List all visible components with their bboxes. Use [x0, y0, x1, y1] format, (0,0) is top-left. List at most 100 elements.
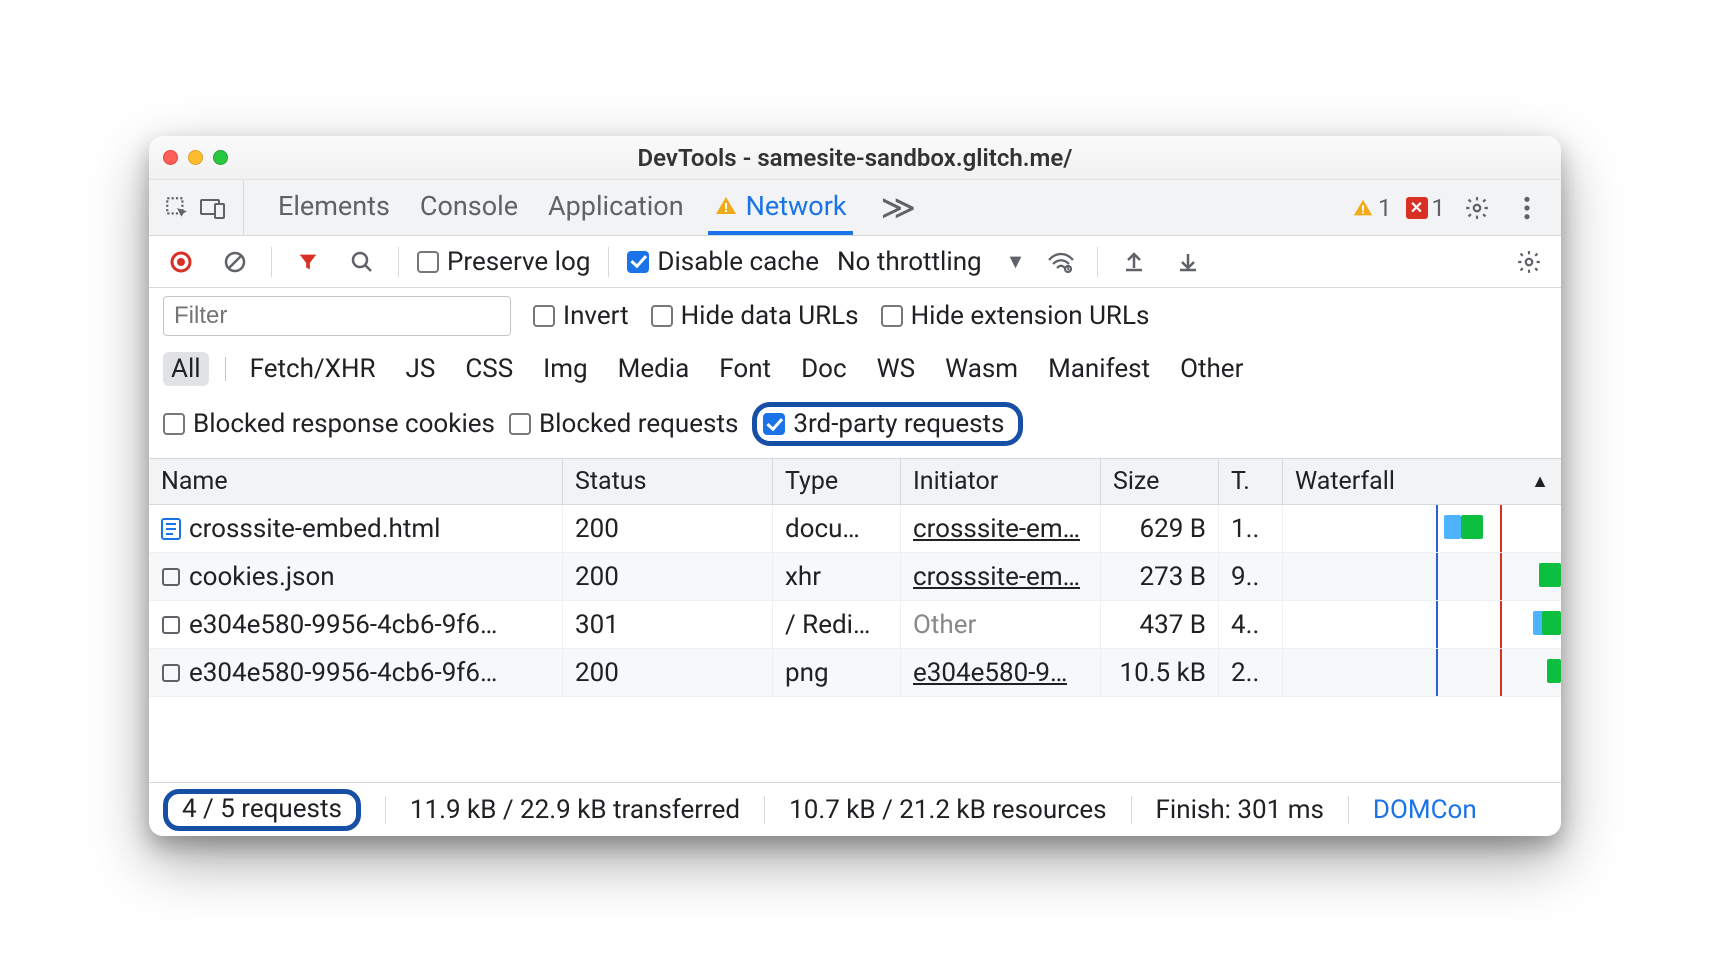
tab-network-label: Network [746, 190, 847, 222]
cell-type: / Redi… [773, 601, 901, 648]
search-icon[interactable] [344, 244, 380, 280]
table-row[interactable]: cookies.json200xhrcrosssite-em…273 B9.. [149, 553, 1561, 601]
issues-warning-count[interactable]: 1 [1352, 194, 1392, 222]
record-button[interactable] [163, 244, 199, 280]
settings-icon[interactable] [1459, 190, 1495, 226]
chip-manifest[interactable]: Manifest [1040, 352, 1158, 386]
titlebar: DevTools - samesite-sandbox.glitch.me/ [149, 136, 1561, 180]
table-row[interactable]: e304e580-9956-4cb6-9f6…301/ Redi…Other43… [149, 601, 1561, 649]
cell-type: xhr [773, 553, 901, 600]
clear-button[interactable] [217, 244, 253, 280]
chip-font[interactable]: Font [711, 352, 779, 386]
requests-count-highlight: 4 / 5 requests [163, 789, 361, 831]
device-toolbar-icon[interactable] [195, 190, 231, 226]
export-har-icon[interactable] [1116, 244, 1152, 280]
divider [608, 247, 609, 277]
blocked-cookies-checkbox[interactable]: Blocked response cookies [163, 409, 495, 439]
tab-network[interactable]: Network [708, 180, 853, 235]
hide-data-urls-checkbox[interactable]: Hide data URLs [651, 301, 859, 331]
col-waterfall-label: Waterfall [1295, 467, 1395, 496]
panel-tabs: Elements Console Application Network ≫ [254, 180, 926, 235]
chip-wasm[interactable]: Wasm [937, 352, 1026, 386]
cell-initiator[interactable]: e304e580-9… [901, 649, 1101, 696]
resource-icon [161, 615, 181, 635]
table-row[interactable]: crosssite-embed.html200docu…crosssite-em… [149, 505, 1561, 553]
checkbox-icon [533, 305, 555, 327]
third-party-checkbox[interactable]: 3rd-party requests [763, 409, 1004, 439]
chip-ws[interactable]: WS [869, 352, 924, 386]
name-text: e304e580-9956-4cb6-9f6… [189, 610, 497, 640]
cell-time: 4.. [1219, 601, 1283, 648]
invert-checkbox[interactable]: Invert [533, 301, 629, 331]
cell-waterfall [1283, 649, 1561, 696]
filter-input[interactable] [163, 296, 511, 336]
cell-time: 9.. [1219, 553, 1283, 600]
network-settings-icon[interactable] [1511, 244, 1547, 280]
resource-icon [161, 567, 181, 587]
cell-status: 200 [563, 505, 773, 552]
warning-icon [714, 194, 738, 218]
tab-application[interactable]: Application [542, 180, 690, 235]
chip-img[interactable]: Img [535, 352, 595, 386]
caret-down-icon: ▼ [1006, 249, 1026, 274]
devtools-window: DevTools - samesite-sandbox.glitch.me/ E… [149, 136, 1561, 836]
checkbox-icon [163, 413, 185, 435]
status-separator [385, 796, 386, 824]
cell-initiator[interactable]: crosssite-em… [901, 505, 1101, 552]
col-status[interactable]: Status [563, 459, 773, 504]
zoom-window-button[interactable] [213, 150, 228, 165]
invert-label: Invert [563, 301, 629, 331]
cell-initiator: Other [901, 601, 1101, 648]
col-waterfall[interactable]: Waterfall ▲ [1283, 459, 1561, 504]
col-size[interactable]: Size [1101, 459, 1219, 504]
cell-waterfall [1283, 601, 1561, 648]
cell-time: 2.. [1219, 649, 1283, 696]
disable-cache-checkbox[interactable]: Disable cache [627, 247, 819, 277]
chip-media[interactable]: Media [610, 352, 698, 386]
status-separator [1131, 796, 1132, 824]
status-bar: 4 / 5 requests 11.9 kB / 22.9 kB transfe… [149, 782, 1561, 836]
divider [398, 247, 399, 277]
chip-other[interactable]: Other [1172, 352, 1251, 386]
checkbox-icon [651, 305, 673, 327]
chip-css[interactable]: CSS [457, 352, 521, 386]
tab-console[interactable]: Console [414, 180, 524, 235]
more-tabs-button[interactable]: ≫ [871, 180, 927, 235]
col-time[interactable]: T. [1219, 459, 1283, 504]
hide-extension-urls-checkbox[interactable]: Hide extension URLs [881, 301, 1150, 331]
chip-all[interactable]: All [163, 352, 209, 386]
minimize-window-button[interactable] [188, 150, 203, 165]
network-conditions-icon[interactable] [1043, 244, 1079, 280]
hide-ext-label: Hide extension URLs [911, 301, 1150, 331]
inspect-element-icon[interactable] [159, 190, 195, 226]
cell-initiator[interactable]: crosssite-em… [901, 553, 1101, 600]
disable-cache-label: Disable cache [657, 247, 819, 277]
kebab-menu-icon[interactable] [1509, 190, 1545, 226]
tab-elements[interactable]: Elements [272, 180, 396, 235]
divider [1097, 247, 1098, 277]
error-count-value: 1 [1432, 194, 1446, 222]
blocked-requests-checkbox[interactable]: Blocked requests [509, 409, 738, 439]
col-name[interactable]: Name [149, 459, 563, 504]
network-table: Name Status Type Initiator Size T. Water… [149, 459, 1561, 782]
chip-fetch[interactable]: Fetch/XHR [242, 352, 384, 386]
cell-time: 1.. [1219, 505, 1283, 552]
close-window-button[interactable] [163, 150, 178, 165]
error-icon: ✕ [1406, 197, 1428, 219]
table-row[interactable]: e304e580-9956-4cb6-9f6…200pnge304e580-9…… [149, 649, 1561, 697]
filter-icon[interactable] [290, 244, 326, 280]
panel-tabstrip: Elements Console Application Network ≫ 1… [149, 180, 1561, 236]
domcontentloaded-link[interactable]: DOMCon [1373, 795, 1477, 825]
blocked-cookies-label: Blocked response cookies [193, 409, 495, 439]
extra-filter-checks: Blocked response cookies Blocked request… [163, 402, 1547, 446]
col-initiator[interactable]: Initiator [901, 459, 1101, 504]
chip-js[interactable]: JS [398, 352, 444, 386]
chip-doc[interactable]: Doc [793, 352, 855, 386]
col-type[interactable]: Type [773, 459, 901, 504]
throttling-select[interactable]: No throttling ▼ [837, 247, 1025, 277]
divider [271, 247, 272, 277]
import-har-icon[interactable] [1170, 244, 1206, 280]
network-toolbar: Preserve log Disable cache No throttling… [149, 236, 1561, 288]
issues-error-count[interactable]: ✕ 1 [1406, 194, 1446, 222]
preserve-log-checkbox[interactable]: Preserve log [417, 247, 590, 277]
